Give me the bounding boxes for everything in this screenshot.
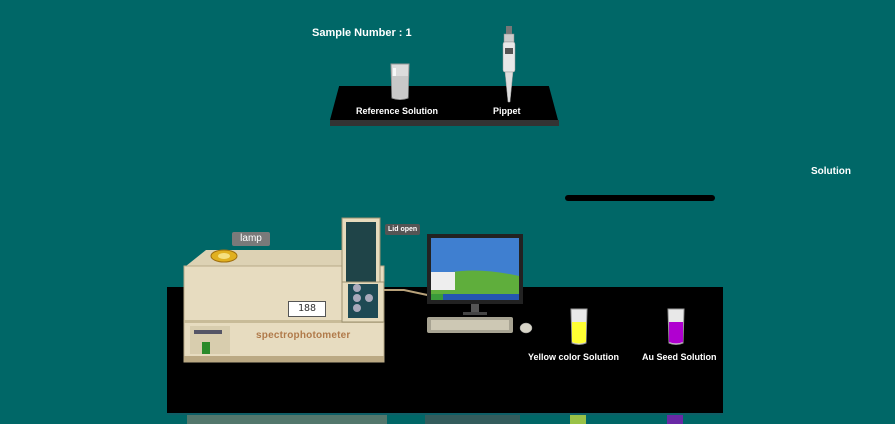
pippet-icon[interactable] xyxy=(498,26,520,104)
top-shelf-edge xyxy=(330,120,559,126)
sample-compartment[interactable] xyxy=(340,216,386,324)
sample-number-label: Sample Number : 1 xyxy=(312,27,412,39)
spectrophotometer-label: spectrophotometer xyxy=(256,330,351,341)
yellow-solution-beaker[interactable] xyxy=(568,306,590,346)
computer-monitor[interactable] xyxy=(425,234,525,336)
solution-bar xyxy=(565,195,715,201)
lamp-label: lamp xyxy=(232,232,270,246)
yellow-color-solution-label: Yellow color Solution xyxy=(528,352,620,362)
mouse-icon[interactable] xyxy=(518,320,534,334)
pippet-label: Pippet xyxy=(493,106,521,116)
au-seed-solution-label: Au Seed Solution xyxy=(642,352,717,362)
au-seed-solution-beaker[interactable] xyxy=(665,306,687,346)
lamp-icon[interactable] xyxy=(210,249,238,263)
bench-reflection xyxy=(187,415,683,424)
lid-open-label[interactable]: Lid open xyxy=(385,224,421,235)
spectrophotometer-display: 188 xyxy=(288,301,326,317)
solution-label: Solution xyxy=(811,166,851,177)
reference-solution-beaker[interactable] xyxy=(388,60,412,102)
reference-solution-label: Reference Solution xyxy=(356,106,439,116)
